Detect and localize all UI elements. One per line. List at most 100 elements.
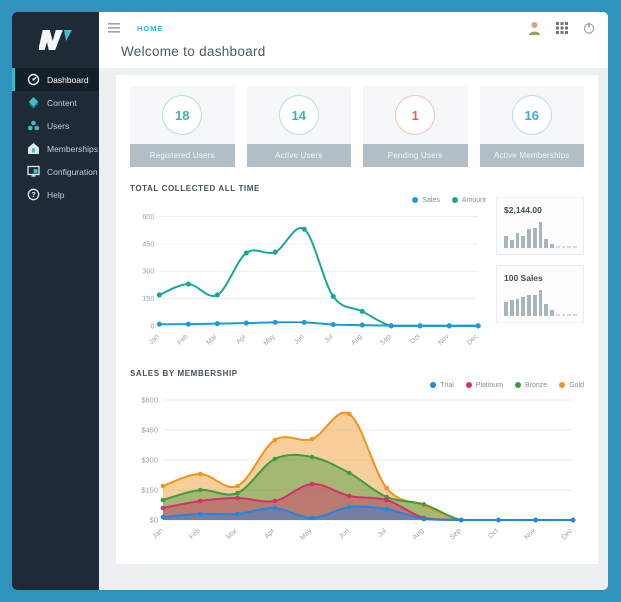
logo-w-icon [38,30,72,50]
mini-bar [532,228,537,248]
stat-card[interactable]: 1 Pending Users [363,86,468,167]
mini-bar [509,300,514,316]
section-title-total-collected: TOTAL COLLECTED ALL TIME [130,184,260,193]
sidebar-item-label: Configuration [47,166,98,177]
mini-dash [573,246,577,248]
stat-card-body: 1 [363,86,468,144]
svg-text:$450: $450 [141,426,158,435]
legend-label: Gold [569,381,584,389]
legend-label: Bronze [525,381,548,389]
svg-text:Oct: Oct [409,333,422,346]
legend-item-amount[interactable]: Amount [451,196,486,204]
mini-card-title: 100 Sales [504,273,543,283]
sidebar-item-help[interactable]: ? Help [12,183,99,206]
mini-bar [544,304,549,316]
area-chart-legend: Trial Platinum Bronze Gold [130,378,584,392]
mini-bar [538,222,543,248]
topbar: HOME Welcome to dashboard [99,12,608,68]
content-area: 18 Registered Users 14 Active Users 1 Pending… [99,68,608,590]
mini-bar-chart [504,222,577,248]
svg-text:Apr: Apr [264,527,277,540]
configuration-icon [27,165,40,178]
legend-item-platinum[interactable]: Platinum [465,382,503,389]
sidebar-item-memberships[interactable]: Memberships [12,137,99,160]
svg-text:Oct: Oct [487,527,500,540]
hamburger-menu-icon[interactable] [108,23,120,33]
svg-text:Aug: Aug [350,333,364,347]
mini-bar [532,295,537,316]
mini-bar [515,232,520,248]
mini-dash [555,314,560,316]
legend-item-bronze[interactable]: Bronze [515,382,547,389]
breadcrumb[interactable]: HOME [137,24,164,33]
svg-text:Feb: Feb [176,333,189,346]
stat-label: Registered Users [130,144,235,167]
sidebar: Dashboard Content Users Memberships Configur… [12,12,99,590]
mini-bar [527,228,531,248]
mini-bar [550,244,554,248]
svg-text:$300: $300 [141,456,158,465]
legend-dot-icon [412,197,419,203]
legend-item-sales[interactable]: Sales [412,197,440,204]
mini-dash [567,314,572,316]
mini-dash [567,246,572,248]
user-avatar-icon[interactable] [528,21,541,35]
sidebar-item-dashboard[interactable]: Dashboard [12,68,99,91]
mini-bar-card: 100 Sales [496,265,584,323]
legend-dot-icon [515,382,522,388]
grid-menu-icon[interactable] [556,22,568,34]
svg-text:$150: $150 [141,486,158,495]
mini-bar [527,295,531,316]
sidebar-item-content[interactable]: Content [12,91,99,114]
svg-text:May: May [263,333,277,347]
stat-label: Active Memberships [479,144,584,167]
stat-card[interactable]: 14 Active Users [246,86,351,167]
svg-text:Jun: Jun [293,333,306,346]
mini-bar [504,301,508,316]
mini-bar [550,309,554,316]
mini-bar [521,297,526,316]
svg-text:$0: $0 [150,516,158,525]
help-icon: ? [27,188,40,201]
line-chart: 0 150 300 450 600 Jan Feb Mar Apr May Jun Jul Aug Sep… [142,212,481,347]
legend-label: Sales [422,196,440,204]
sales-by-membership-section: SALES BY MEMBERSHIP Trial Platinum Bronze G… [130,369,584,552]
legend-label: Amount [461,196,486,204]
svg-text:150: 150 [142,294,154,303]
memberships-icon [27,142,40,155]
svg-text:600: 600 [142,212,154,221]
mini-dash [555,246,560,248]
mini-bar [515,298,520,316]
mini-bar [509,240,514,248]
page-title: Welcome to dashboard [121,44,266,59]
stat-card-body: 16 [479,86,584,144]
legend-item-trial[interactable]: Trial [430,381,454,389]
stat-card[interactable]: 16 Active Memberships [479,86,584,167]
legend-label: Trial [440,381,454,389]
sidebar-item-users[interactable]: Users [12,114,99,137]
mini-card-title: $2,144.00 [504,205,542,215]
svg-text:300: 300 [142,267,154,276]
users-icon [27,119,40,132]
sidebar-item-label: Content [47,97,77,108]
svg-text:Jun: Jun [338,527,351,540]
stat-label: Pending Users [363,144,468,167]
mini-cards-column: $2,144.00 100 Sales [496,197,584,357]
svg-text:Jul: Jul [324,333,335,344]
svg-text:Dec: Dec [561,527,575,541]
mini-bar-card: $2,144.00 [496,197,584,255]
stat-card[interactable]: 18 Registered Users [130,86,235,167]
dashboard-panel: 18 Registered Users 14 Active Users 1 Pending… [116,75,598,564]
app-logo[interactable] [12,12,99,68]
svg-text:$600: $600 [141,396,158,405]
svg-text:Mar: Mar [225,527,239,541]
dashboard-icon [27,73,40,86]
legend-item-gold[interactable]: Gold [559,382,584,389]
power-icon[interactable] [583,22,595,34]
stats-row: 18 Registered Users 14 Active Users 1 Pending… [130,86,584,167]
svg-text:Jul: Jul [377,527,389,539]
sidebar-item-configuration[interactable]: Configuration [12,160,99,183]
svg-text:Jan: Jan [151,527,164,540]
mini-bar [544,238,549,248]
svg-text:Sep: Sep [379,333,393,347]
